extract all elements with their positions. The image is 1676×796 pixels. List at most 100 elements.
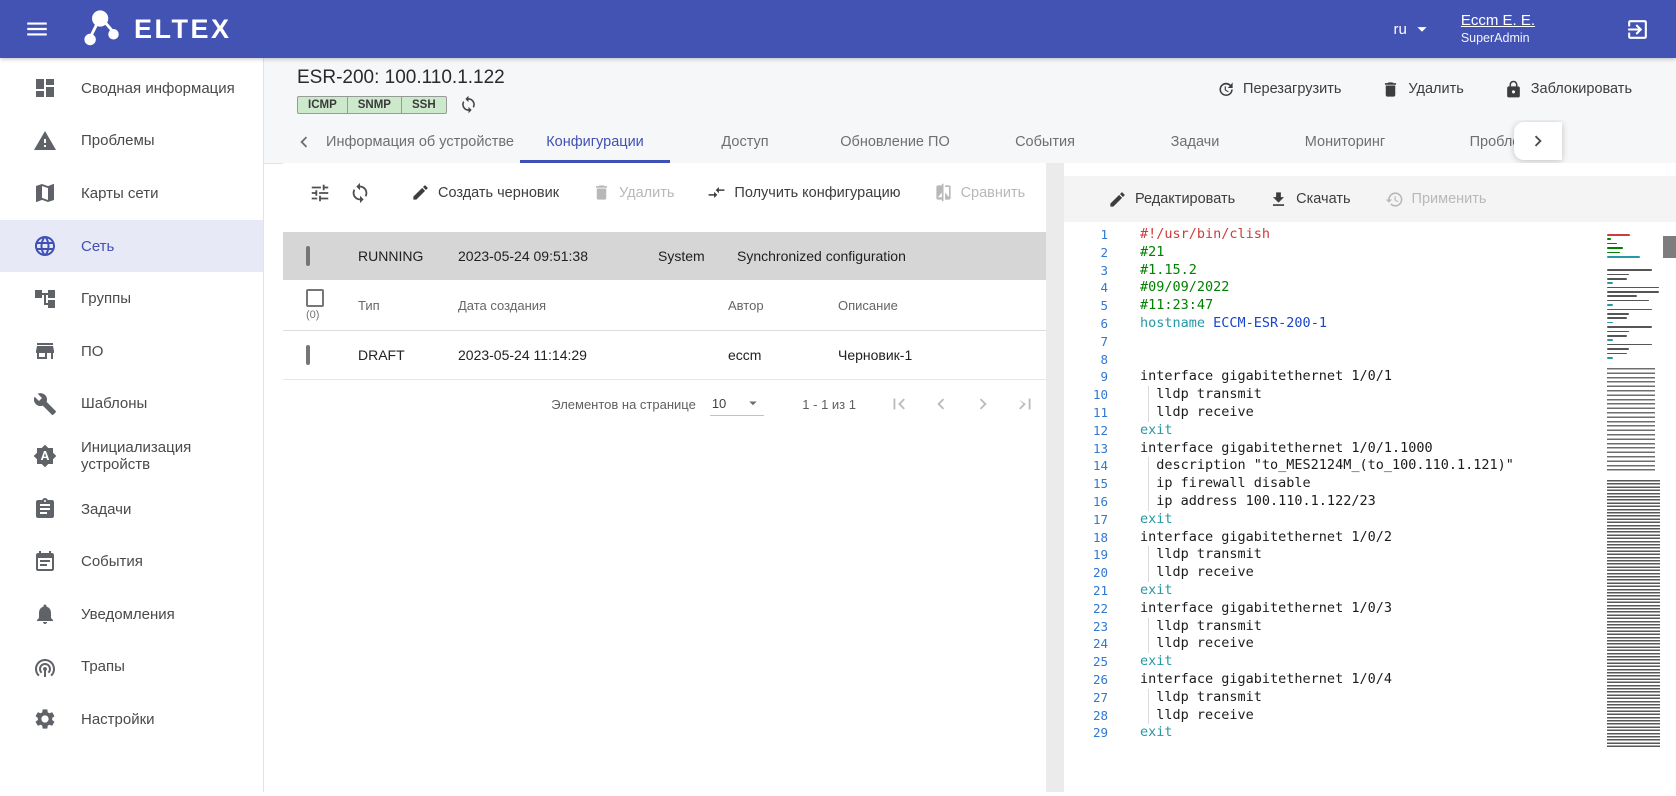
sidebar-item-tasks[interactable]: Задачи [0, 483, 263, 536]
sidebar-item-settings[interactable]: Настройки [0, 693, 263, 746]
line-number: 28 [1064, 707, 1108, 725]
sidebar-item-traps[interactable]: Трапы [0, 641, 263, 694]
code-token: interface gigabitethernet 1/0/1.1000 [1140, 440, 1433, 456]
refresh-list-button[interactable] [345, 178, 375, 208]
tab-access[interactable]: Доступ [670, 120, 820, 163]
status-sync-icon[interactable] [459, 95, 478, 114]
device-action-delete[interactable]: Удалить [1381, 80, 1463, 99]
hamburger-icon [24, 16, 50, 42]
code-token: lldp receive [1140, 404, 1254, 420]
menu-icon [24, 16, 50, 42]
line-number: 6 [1064, 315, 1108, 333]
minimap-line [1607, 300, 1649, 302]
minimap-line [1607, 243, 1617, 245]
sidebar-item-software[interactable]: ПО [0, 325, 263, 378]
previous-page-button [928, 391, 954, 417]
device-action-label: Удалить [1408, 81, 1463, 97]
panel-splitter[interactable] [1046, 163, 1064, 792]
device-actions: Перезагрузить Удалить Заблокировать [1216, 58, 1632, 120]
tab-tasks[interactable]: Задачи [1120, 120, 1270, 163]
row-created: 2023-05-24 11:14:29 [458, 347, 728, 363]
line-number: 19 [1064, 546, 1108, 564]
editor-line: 12exit [1064, 422, 1676, 440]
minimap-line [1607, 295, 1637, 297]
sidebar-item-network[interactable]: Сеть [0, 220, 263, 273]
logout-button[interactable] [1623, 15, 1652, 44]
editor-line: 9interface gigabitethernet 1/0/1 [1064, 368, 1676, 386]
sidebar-item-notifications[interactable]: Уведомления [0, 588, 263, 641]
protocol-badge: SSH [402, 96, 447, 114]
language-selector[interactable]: ru [1393, 18, 1432, 40]
items-per-page-label: Элементов на странице [551, 397, 696, 412]
editor-download-button[interactable]: Скачать [1269, 190, 1350, 209]
code-token: lldp transmit [1140, 386, 1262, 402]
editor-scrollbar-thumb[interactable] [1663, 236, 1676, 258]
minimap-line [1607, 353, 1627, 355]
code-token: ip firewall disable [1140, 475, 1311, 491]
running-config-row[interactable]: RUNNING 2023-05-24 09:51:38 System Synch… [283, 232, 1046, 280]
editor-minimap[interactable] [1607, 234, 1662, 748]
tab-label: Мониторинг [1305, 134, 1385, 150]
tabs-scroll-right-button[interactable] [1514, 122, 1562, 160]
pencil-icon [411, 183, 430, 202]
line-number: 27 [1064, 689, 1108, 707]
sidebar-item-label: Проблемы [81, 132, 155, 149]
compare-icon [934, 183, 953, 202]
sidebar-item-summary[interactable]: Сводная информация [0, 62, 263, 115]
line-number: 10 [1064, 386, 1108, 404]
minimap-line [1607, 309, 1652, 311]
sidebar-item-label: Группы [81, 290, 131, 307]
line-number: 17 [1064, 511, 1108, 529]
protocol-badge: SNMP [348, 96, 402, 114]
table-row[interactable]: DRAFT 2023-05-24 11:14:29 eccm Черновик-… [283, 331, 1046, 380]
column-type: Тип [358, 298, 458, 313]
selected-count: (0) [306, 309, 319, 321]
line-number: 1 [1064, 226, 1108, 244]
tab-device-info[interactable]: Информация об устройстве [320, 120, 520, 163]
page-size-select[interactable]: 10 [710, 392, 764, 416]
tab-configurations[interactable]: Конфигурации [520, 120, 670, 163]
config-fetch-config-button[interactable]: Получить конфигурацию [707, 183, 900, 202]
user-menu[interactable]: Eccm E. E. SuperAdmin [1461, 12, 1535, 46]
chevron-left-icon [293, 131, 315, 153]
device-action-reboot[interactable]: Перезагрузить [1216, 80, 1341, 99]
device-action-block[interactable]: Заблокировать [1504, 80, 1632, 99]
code-token: exit [1140, 511, 1173, 527]
device-action-label: Перезагрузить [1243, 81, 1341, 97]
code-editor[interactable]: 1#!/usr/bin/clish2#213#1.15.24#09/09/202… [1064, 222, 1676, 796]
code-token: exit [1140, 422, 1173, 438]
sidebar-item-label: Трапы [81, 658, 125, 675]
eltex-logo[interactable]: ELTEX [82, 8, 232, 50]
sidebar-item-network-maps[interactable]: Карты сети [0, 167, 263, 220]
code-token: lldp receive [1140, 564, 1254, 580]
row-checkbox[interactable] [306, 345, 310, 365]
tabs-scroll-left-button[interactable] [288, 120, 320, 163]
sidebar-item-device-init[interactable]: Инициализация устройств [0, 430, 263, 483]
config-button-label: Удалить [619, 185, 674, 201]
tab-monitoring[interactable]: Мониторинг [1270, 120, 1420, 163]
filter-button[interactable] [305, 178, 335, 208]
config-button-label: Сравнить [961, 185, 1026, 201]
select-all-checkbox[interactable] [306, 289, 324, 307]
code-token: exit [1140, 582, 1173, 598]
tab-events[interactable]: События [970, 120, 1120, 163]
menu-button[interactable] [20, 12, 54, 46]
editor-line: 15 ip firewall disable [1064, 475, 1676, 493]
running-row-checkbox[interactable] [306, 246, 310, 266]
sidebar-item-groups[interactable]: Группы [0, 272, 263, 325]
editor-button-label: Применить [1412, 191, 1487, 207]
sync-icon [349, 182, 371, 204]
sidebar-item-problems[interactable]: Проблемы [0, 115, 263, 168]
config-create-draft-button[interactable]: Создать черновик [411, 183, 559, 202]
code-token: #09/09/2022 [1140, 279, 1229, 295]
sidebar-item-events[interactable]: События [0, 535, 263, 588]
app-header: ELTEX ru Eccm E. E. SuperAdmin [0, 0, 1676, 58]
editor-line: 25exit [1064, 653, 1676, 671]
sidebar-item-templates[interactable]: Шаблоны [0, 378, 263, 431]
minimap-line [1607, 282, 1613, 284]
sidebar-item-label: Настройки [81, 711, 155, 728]
table-header-row: (0) Тип Дата создания Автор Описание [283, 280, 1046, 331]
editor-edit-button[interactable]: Редактировать [1108, 190, 1235, 209]
config-button-label: Получить конфигурацию [734, 185, 900, 201]
tab-firmware-update[interactable]: Обновление ПО [820, 120, 970, 163]
